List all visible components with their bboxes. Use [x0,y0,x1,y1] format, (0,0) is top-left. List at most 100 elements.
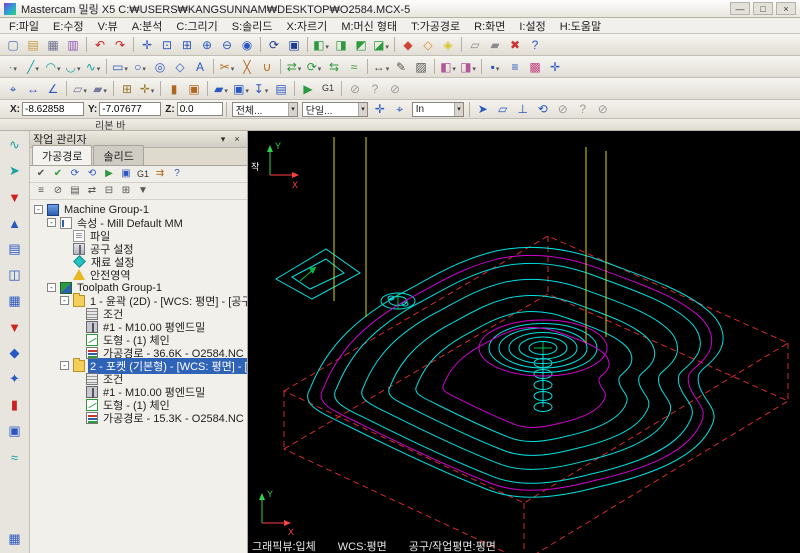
fastpoint-button[interactable]: ⌖ [390,100,410,119]
sketch-ellipse-button[interactable]: ◎ [150,57,170,76]
save-file-button[interactable]: ▦ [43,35,63,54]
zoom-in-button[interactable]: ⊕ [197,35,217,54]
panel-menu-button[interactable]: ▾ [216,134,230,145]
xform-mirror-button[interactable]: ⇆ [324,57,344,76]
redo-button[interactable]: ↷ [110,35,130,54]
new-file-button[interactable]: ▢ [3,35,23,54]
delete-entity-button[interactable]: ✖ [505,35,525,54]
sparkle-button[interactable]: ✦ [4,369,26,389]
panel-toggle-button[interactable]: ▤ [4,239,26,259]
dynamic-rotate-button[interactable]: ⟳ [264,35,284,54]
sketch-arc-button[interactable]: ◠ [43,57,63,76]
menu-item-a[interactable]: A:분석 [125,17,170,35]
arrow-up-blue-button[interactable]: ▲ [4,213,26,233]
tree-item[interactable]: -2 - 포켓 (기본형) - [WCS: 평면] - [공 [30,357,247,374]
select-toolpaths-button[interactable]: ✔ [50,167,66,181]
regen-all-button[interactable]: ⟳ [67,167,83,181]
tree-expander-icon[interactable]: - [60,361,69,370]
shade-off-button[interactable]: ◇ [418,35,438,54]
post-g1-button[interactable]: G1 [135,167,151,181]
zoom-window-button[interactable]: ⊞ [177,35,197,54]
tree-item[interactable]: -1 - 윤곽 (2D) - [WCS: 평면] - [공구평 [30,292,247,308]
sketch-spline-button[interactable]: ∿ [83,57,103,76]
zoom-fit-button[interactable]: ⊡ [157,35,177,54]
xform-offset-button[interactable]: ≈ [344,57,364,76]
verify-button[interactable]: ▣ [118,167,134,181]
open-file-button[interactable]: ▤ [23,35,43,54]
toggle-post-button[interactable]: ▤ [67,184,83,198]
zoom-out-button[interactable]: ⊖ [217,35,237,54]
backplot-button[interactable]: ▶ [101,167,117,181]
units-combo[interactable]: In [411,101,464,117]
dimension-button[interactable]: ↔ [371,57,391,76]
autocursor-snap-button[interactable]: ✛ [137,79,157,98]
filter-button[interactable]: ▼ [135,184,151,198]
layer-down-button[interactable]: ▼ [4,317,26,337]
grid-view-button[interactable]: ▦ [4,291,26,311]
surface-create-button[interactable]: ◧ [438,57,458,76]
grid-toggle-button[interactable]: ⊞ [117,79,137,98]
expand-all-button[interactable]: ⊞ [118,184,134,198]
tree-expander-icon[interactable]: - [34,205,43,214]
y-coordinate-input[interactable] [99,102,162,116]
disabled-slot-1-button[interactable]: ⊘ [553,100,573,119]
attributes-button[interactable]: ▪ [485,57,505,76]
menu-item-t[interactable]: T:가공경로 [404,17,467,35]
xform-rotate-button[interactable]: ⟳ [304,57,324,76]
sketch-point-button[interactable]: ∙ [3,57,23,76]
menu-item-h[interactable]: H:도움말 [553,17,608,35]
color-swatch-button[interactable]: ▩ [525,57,545,76]
panel-tab-toolpaths[interactable]: 가공경로 [32,145,93,165]
regen-selected-button[interactable]: ⟲ [84,167,100,181]
select-single-combo[interactable]: 단일... [301,101,368,117]
toolpath-contour-button[interactable]: ▰ [211,79,231,98]
hatch-button[interactable]: ▨ [411,57,431,76]
combo-arrow-icon[interactable] [288,102,297,116]
collapse-all-button[interactable]: ⊟ [101,184,117,198]
help-button[interactable]: ? [525,35,545,54]
post-process-button[interactable]: G1 [318,79,338,98]
solid-view-button[interactable]: ◆ [4,343,26,363]
sketch-line-button[interactable]: ╱ [23,57,43,76]
pan-button[interactable]: ✛ [137,35,157,54]
selection-cursor-button[interactable]: ➤ [473,100,493,119]
surface-edit-button[interactable]: ◨ [458,57,478,76]
view-iso-button[interactable]: ◧ [311,35,331,54]
sketch-fillet-button[interactable]: ◡ [63,57,83,76]
select-all-combo[interactable]: 전체... [231,101,298,117]
toggle-lock-button[interactable]: ⊘ [50,184,66,198]
z-coordinate-input[interactable] [176,102,223,116]
note-button[interactable]: ✎ [391,57,411,76]
trim-button[interactable]: ✂ [217,57,237,76]
arrow-down-red-button[interactable]: ▼ [4,187,26,207]
menu-item-i[interactable]: I:설정 [512,17,552,35]
tree-item[interactable]: 안전영역 [30,268,247,282]
blue-block-button[interactable]: ▣ [4,421,26,441]
zoom-target-button[interactable]: ◉ [237,35,257,54]
select-all-ops-button[interactable]: ✔ [33,167,49,181]
sketch-polygon-button[interactable]: ◇ [170,57,190,76]
solid-extrude-button[interactable]: ▮ [164,79,184,98]
print-button[interactable]: ▥ [63,35,83,54]
menu-item-m[interactable]: M:머신 형태 [334,17,404,35]
plane-select-button[interactable]: ▱ [70,79,90,98]
chook-slot-2-button[interactable]: ⊘ [385,79,405,98]
disabled-slot-2-button[interactable]: ⊘ [593,100,613,119]
dock-bottom-button[interactable]: ▦ [4,529,26,549]
combo-arrow-icon[interactable] [454,102,463,116]
panel-tab-solids[interactable]: 솔리드 [93,145,144,165]
analyze-distance-button[interactable]: ↔ [23,79,43,98]
menu-item-x[interactable]: X:자르기 [280,17,335,35]
tree-expander-icon[interactable]: - [47,218,56,227]
teal-wave-button[interactable]: ≈ [4,447,26,467]
sketch-rectangle-button[interactable]: ▭ [110,57,130,76]
view-front-button[interactable]: ◩ [351,35,371,54]
sketch-circle-button[interactable]: ○ [130,57,150,76]
status-plane[interactable]: 공구/작업평면:평면 [409,538,496,553]
xform-translate-button[interactable]: ⇄ [284,57,304,76]
minimize-button[interactable]: — [730,2,750,15]
highfeed-button[interactable]: ⇉ [152,167,168,181]
x-coordinate-input[interactable] [22,102,84,116]
tree-item[interactable]: 재료 설정 [30,255,247,269]
level-manager-button[interactable]: ≡ [505,57,525,76]
